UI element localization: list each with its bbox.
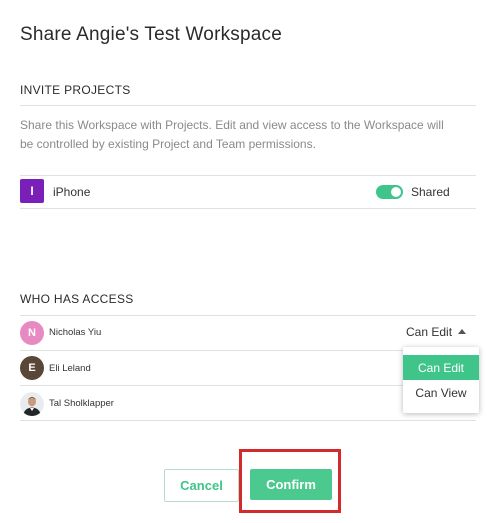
- highlight-box: [239, 449, 341, 513]
- shared-toggle-label: Shared: [411, 185, 450, 199]
- cancel-button[interactable]: Cancel: [164, 469, 239, 502]
- who-has-access-header: WHO HAS ACCESS: [20, 292, 134, 306]
- divider: [20, 175, 476, 176]
- divider: [20, 420, 476, 421]
- dropdown-option-can-edit[interactable]: Can Edit: [403, 355, 479, 380]
- divider: [20, 208, 476, 209]
- dropdown-option-can-view[interactable]: Can View: [403, 380, 479, 405]
- avatar: E: [20, 356, 44, 380]
- invite-projects-header: INVITE PROJECTS: [20, 83, 131, 97]
- user-name: Nicholas Yiu: [49, 327, 102, 338]
- dialog-title: Share Angie's Test Workspace: [20, 24, 282, 45]
- toggle-knob: [391, 187, 401, 197]
- shared-toggle[interactable]: [376, 185, 403, 199]
- permission-select[interactable]: Can Edit: [406, 325, 452, 339]
- avatar: N: [20, 321, 44, 345]
- divider: [20, 315, 476, 316]
- chevron-up-icon[interactable]: [458, 329, 466, 334]
- permission-dropdown: Can Edit Can View: [403, 347, 479, 413]
- project-name: iPhone: [53, 185, 91, 199]
- project-badge: I: [20, 179, 44, 203]
- divider: [20, 105, 476, 106]
- user-name: Eli Leland: [49, 363, 91, 374]
- avatar: [20, 392, 44, 416]
- user-name: Tal Sholklapper: [49, 398, 114, 409]
- invite-projects-description: Share this Workspace with Projects. Edit…: [20, 118, 444, 151]
